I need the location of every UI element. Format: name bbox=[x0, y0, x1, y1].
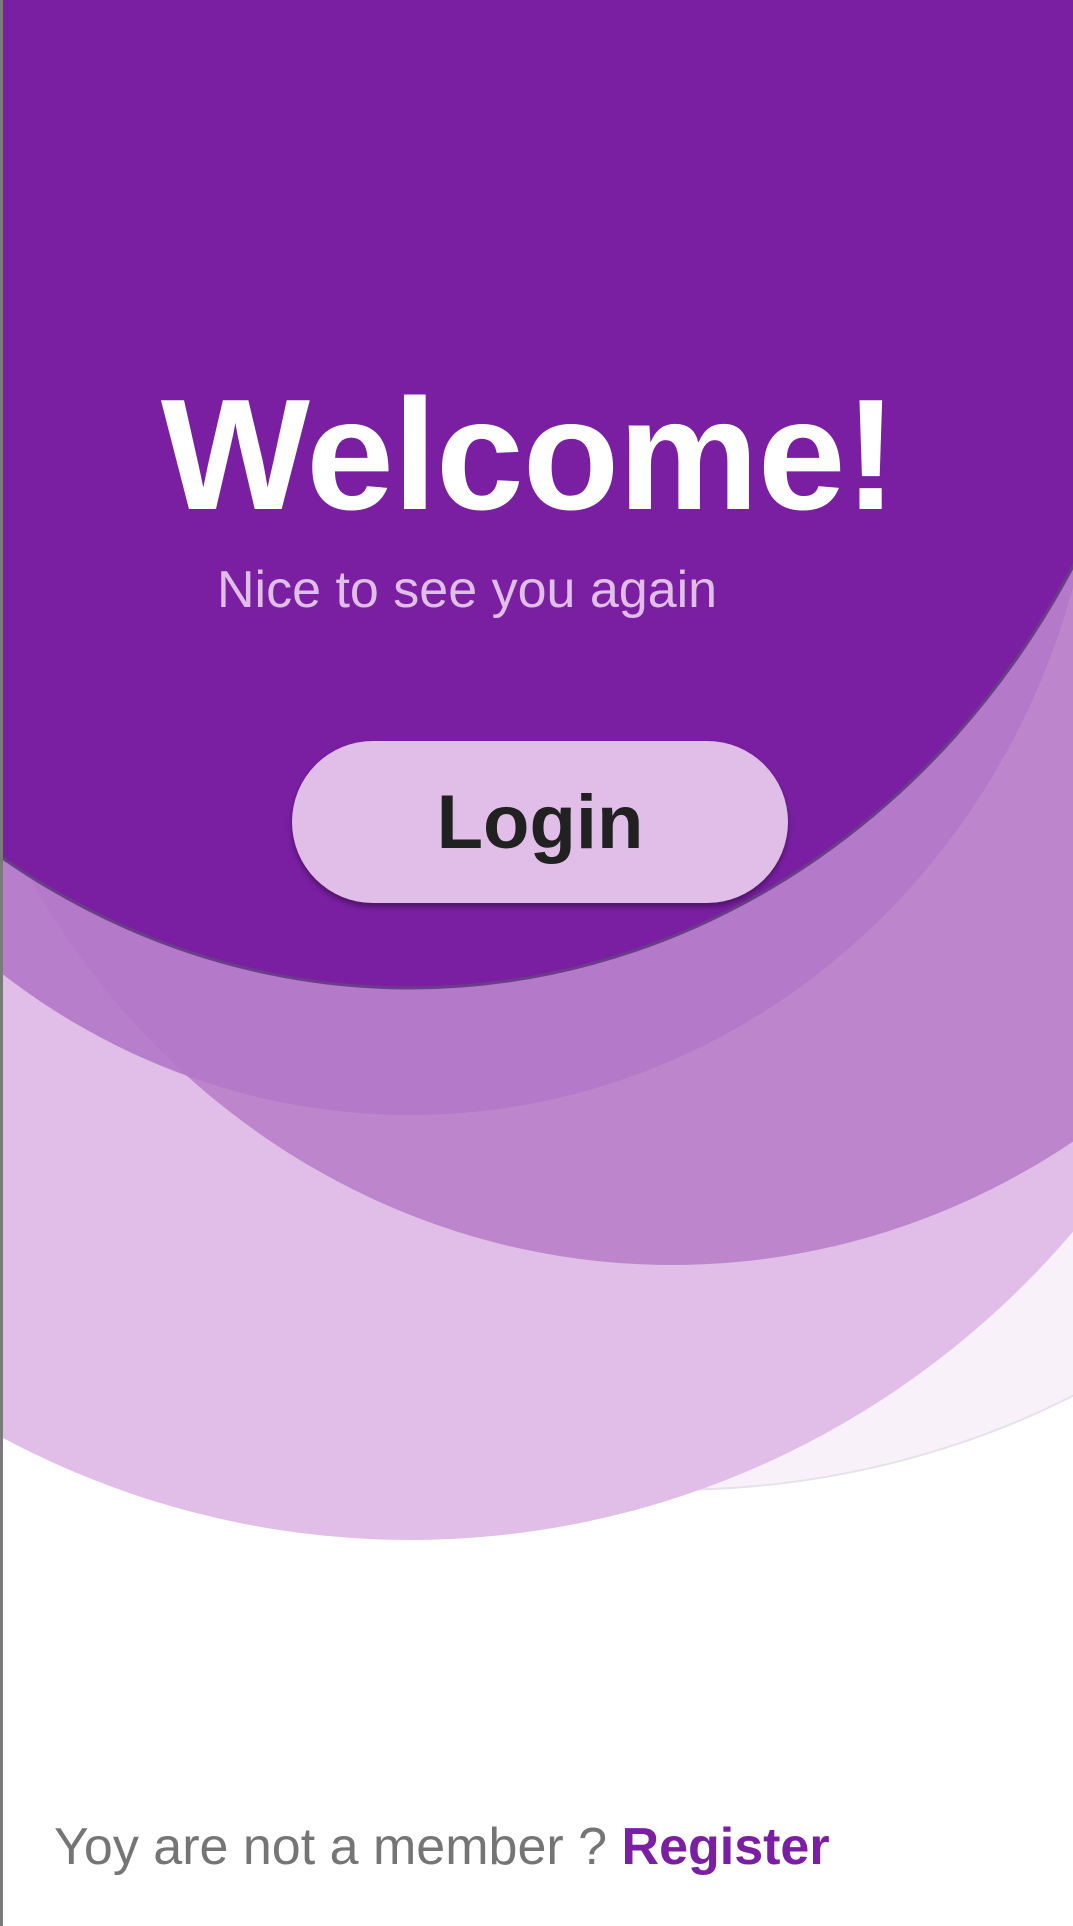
not-member-text: Yoy are not a member ? bbox=[54, 1818, 622, 1876]
login-button[interactable]: Login bbox=[292, 741, 788, 903]
welcome-subtitle: Nice to see you again bbox=[217, 561, 718, 619]
welcome-screen: Welcome! Nice to see you again Login Yoy… bbox=[0, 0, 1073, 1926]
decorative-background-waves bbox=[0, 0, 1073, 1540]
register-link[interactable]: Register bbox=[622, 1818, 830, 1876]
left-edge-divider bbox=[0, 0, 3, 1926]
welcome-title: Welcome! bbox=[160, 367, 897, 543]
register-prompt: Yoy are not a member ? Register bbox=[54, 1812, 830, 1882]
